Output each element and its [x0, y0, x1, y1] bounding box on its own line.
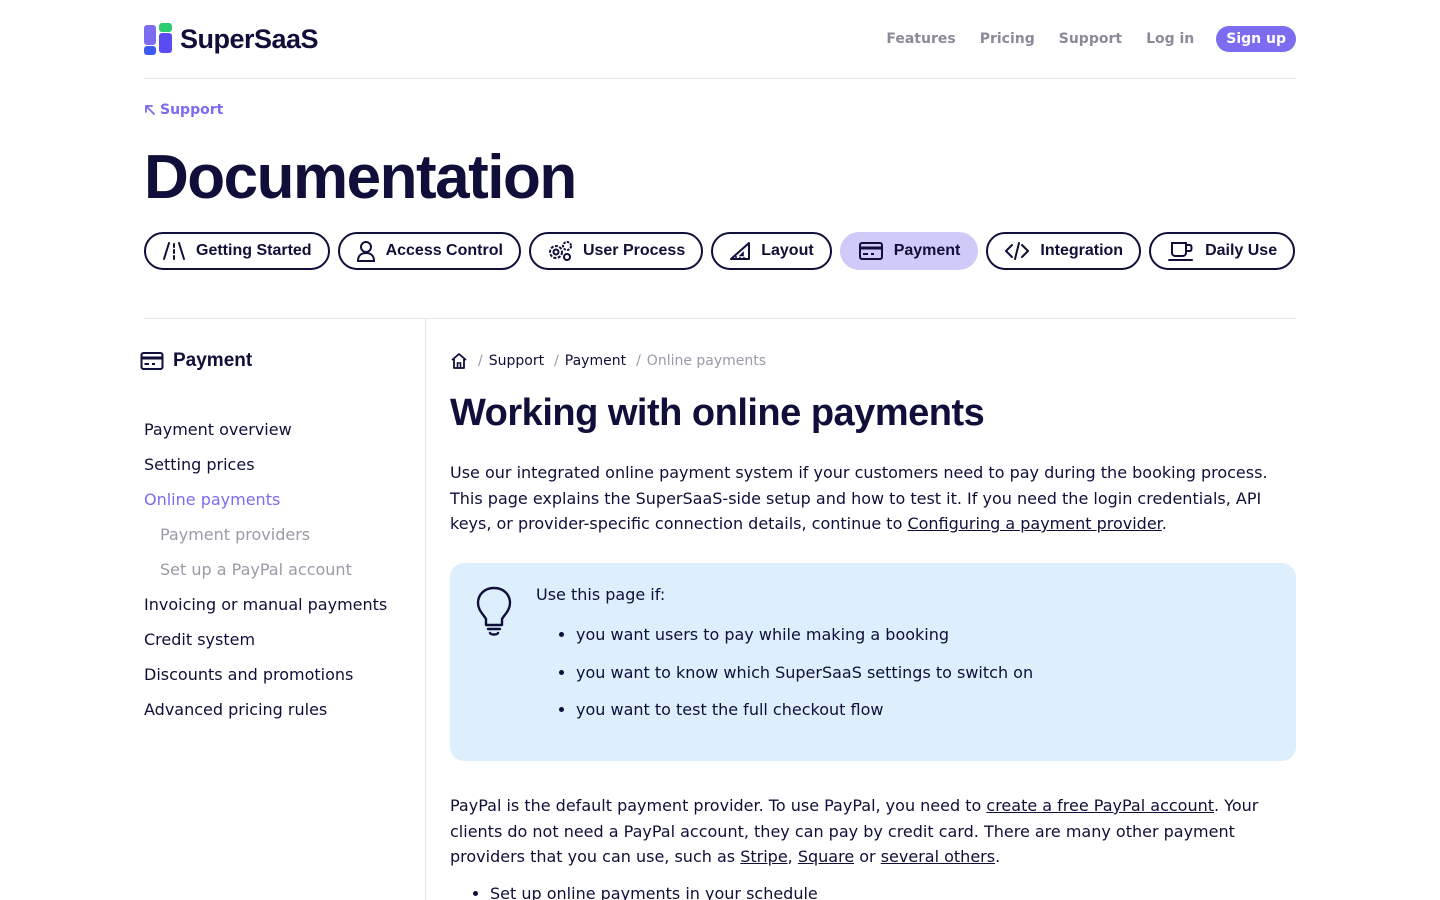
- sidebar-item-invoicing[interactable]: Invoicing or manual payments: [144, 593, 387, 628]
- tab-label: Getting Started: [196, 242, 312, 259]
- site-header: SuperSaaS Features Pricing Support Log i…: [144, 0, 1296, 79]
- tab-payment[interactable]: Payment: [839, 232, 979, 270]
- nav-pricing[interactable]: Pricing: [980, 31, 1035, 47]
- tab-label: Daily Use: [1205, 242, 1278, 259]
- sidebar-item-payment-providers[interactable]: Payment providers: [144, 523, 387, 558]
- credit-card-icon: [858, 242, 883, 260]
- back-to-support-link[interactable]: Support: [144, 102, 223, 118]
- configuring-provider-link[interactable]: Configuring a payment provider: [907, 514, 1161, 533]
- several-others-link[interactable]: several others: [881, 847, 995, 866]
- back-link-label: Support: [160, 102, 224, 118]
- paypal-paragraph: PayPal is the default payment provider. …: [450, 793, 1296, 870]
- tab-getting-started[interactable]: Getting Started: [144, 232, 330, 270]
- list-item: you want to test the full checkout flow: [576, 700, 1033, 738]
- paypal-text: ,: [787, 847, 798, 866]
- ruler-triangle-icon: [730, 242, 751, 260]
- paypal-text: PayPal is the default payment provider. …: [450, 796, 987, 815]
- tab-daily-use[interactable]: Daily Use: [1149, 232, 1296, 270]
- sidebar-heading-label: Payment: [173, 350, 253, 371]
- callout-heading: Use this page if:: [536, 585, 666, 604]
- stripe-link[interactable]: Stripe: [740, 847, 787, 866]
- steps-list: Set up online payments in your schedule: [490, 884, 818, 900]
- tip-callout: Use this page if: you want users to pay …: [450, 563, 1296, 761]
- lightbulb-icon: [476, 586, 512, 636]
- tab-layout[interactable]: Layout: [711, 232, 832, 270]
- sidebar-item-credit-system[interactable]: Credit system: [144, 628, 387, 663]
- arrow-up-left-icon: [145, 105, 155, 115]
- user-icon: [356, 241, 375, 262]
- code-icon: [1005, 242, 1030, 260]
- section-divider: [144, 318, 1296, 319]
- tab-label: Integration: [1040, 242, 1124, 259]
- intro-paragraph: Use our integrated online payment system…: [450, 460, 1296, 537]
- sidebar-heading: Payment: [140, 350, 252, 372]
- tab-label: Access Control: [385, 242, 503, 259]
- sidebar-item-payment-overview[interactable]: Payment overview: [144, 418, 387, 453]
- page-title: Working with online payments: [450, 392, 985, 434]
- tab-user-process[interactable]: User Process: [528, 232, 704, 270]
- sidebar-item-advanced-pricing[interactable]: Advanced pricing rules: [144, 698, 387, 733]
- breadcrumb: / Support / Payment / Online payments: [450, 352, 766, 370]
- nav-features[interactable]: Features: [886, 31, 955, 47]
- logo-mark-icon: [144, 23, 174, 55]
- paypal-text: .: [995, 847, 1001, 866]
- tab-integration[interactable]: Integration: [986, 232, 1142, 270]
- road-icon: [163, 242, 185, 260]
- category-tabs: Getting Started Access Control User Proc…: [144, 232, 1303, 270]
- tab-label: Layout: [761, 242, 814, 259]
- paypal-text: or: [854, 847, 881, 866]
- square-link[interactable]: Square: [798, 847, 854, 866]
- list-item: you want users to pay while making a boo…: [576, 625, 1033, 663]
- sidebar-item-online-payments[interactable]: Online payments: [144, 488, 387, 523]
- logo-text: SuperSaaS: [180, 23, 319, 54]
- callout-list: you want users to pay while making a boo…: [576, 625, 1033, 738]
- top-nav: Features Pricing Support Log in Sign up: [862, 26, 1296, 52]
- tab-access-control[interactable]: Access Control: [337, 232, 521, 270]
- breadcrumb-separator: /: [478, 353, 483, 369]
- breadcrumb-payment[interactable]: Payment: [565, 353, 626, 369]
- list-item: Set up online payments in your schedule: [490, 884, 818, 900]
- breadcrumb-separator: /: [636, 353, 641, 369]
- signup-button[interactable]: Sign up: [1216, 26, 1296, 52]
- sidebar-divider: [425, 319, 426, 900]
- list-item: you want to know which SuperSaaS setting…: [576, 663, 1033, 701]
- breadcrumb-current: Online payments: [646, 353, 767, 369]
- coffee-cup-icon: [1168, 242, 1194, 261]
- sidebar-item-paypal-account[interactable]: Set up a PayPal account: [144, 558, 387, 593]
- intro-tail: .: [1161, 514, 1167, 533]
- sidebar-item-setting-prices[interactable]: Setting prices: [144, 453, 387, 488]
- tab-label: User Process: [582, 242, 686, 259]
- supersaas-logo[interactable]: SuperSaaS: [144, 22, 319, 56]
- sidebar-nav: Payment overview Setting prices Online p…: [144, 418, 387, 733]
- documentation-title: Documentation: [144, 143, 577, 212]
- sidebar-item-discounts[interactable]: Discounts and promotions: [144, 663, 387, 698]
- nav-support[interactable]: Support: [1059, 31, 1122, 47]
- create-paypal-account-link[interactable]: create a free PayPal account: [986, 796, 1214, 815]
- breadcrumb-separator: /: [554, 353, 559, 369]
- home-icon[interactable]: [450, 352, 468, 370]
- tab-label: Payment: [893, 242, 961, 259]
- credit-card-icon: [140, 352, 164, 370]
- breadcrumb-support[interactable]: Support: [489, 353, 544, 369]
- nav-login[interactable]: Log in: [1146, 31, 1194, 47]
- gears-icon: [548, 241, 572, 261]
